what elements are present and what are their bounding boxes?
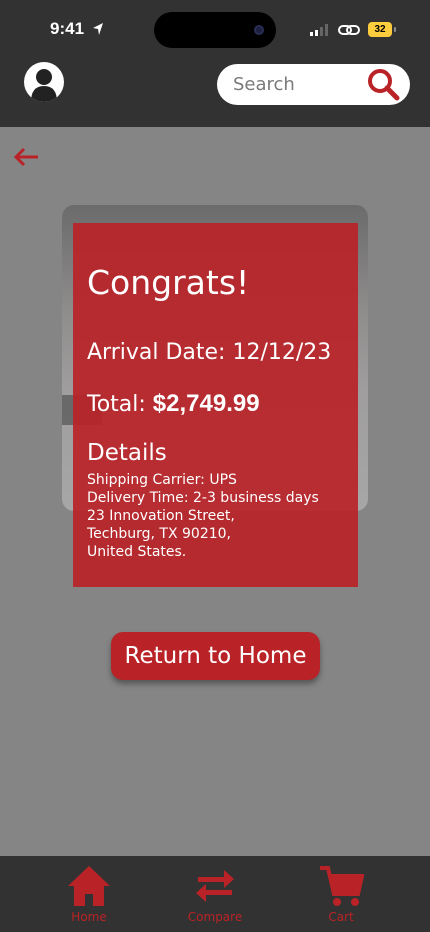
- camera-dot: [254, 25, 264, 35]
- details-heading: Details: [87, 440, 167, 466]
- shipping-carrier: Shipping Carrier: UPS: [87, 472, 237, 488]
- order-total: Total: $2,749.99: [87, 390, 260, 418]
- status-time: 9:41: [50, 19, 85, 38]
- total-label: Total:: [87, 392, 146, 417]
- tab-home[interactable]: Home: [49, 864, 129, 928]
- arrival-value: 12/12/23: [232, 340, 332, 365]
- cart-icon: [320, 866, 364, 906]
- battery-icon: 32: [368, 22, 396, 37]
- delivery-time: Delivery Time: 2-3 business days: [87, 490, 319, 506]
- tab-cart[interactable]: Cart: [301, 864, 381, 928]
- tab-home-label: Home: [71, 910, 107, 924]
- back-arrow-icon[interactable]: [12, 146, 40, 168]
- return-to-home-button[interactable]: Return to Home: [111, 632, 320, 680]
- link-icon: [338, 25, 360, 35]
- tab-compare[interactable]: Compare: [175, 864, 255, 928]
- search-bar: [217, 64, 410, 105]
- arrival-date: Arrival Date: 12/12/23: [87, 340, 331, 365]
- top-header: 9:41 32: [0, 0, 430, 127]
- address-city: Techburg, TX 90210,: [87, 526, 231, 542]
- address-country: United States.: [87, 544, 187, 560]
- congrats-title: Congrats!: [87, 263, 250, 302]
- home-icon: [68, 866, 110, 906]
- order-confirmation-card: Congrats! Arrival Date: 12/12/23 Total: …: [73, 223, 358, 587]
- compare-icon: [196, 870, 234, 902]
- address-street: 23 Innovation Street,: [87, 508, 235, 524]
- user-icon: [31, 69, 57, 102]
- location-arrow-icon: [93, 23, 103, 35]
- details-list: Shipping Carrier: UPS Delivery Time: 2-3…: [87, 471, 319, 561]
- tab-cart-label: Cart: [328, 910, 354, 924]
- tab-compare-label: Compare: [187, 910, 243, 924]
- total-value: $2,749.99: [152, 390, 260, 417]
- profile-avatar[interactable]: [24, 62, 64, 102]
- search-input[interactable]: [233, 72, 363, 97]
- arrival-label: Arrival Date:: [87, 340, 226, 365]
- search-icon[interactable]: [366, 67, 400, 101]
- bottom-tab-bar: Home Compare Cart: [0, 856, 430, 932]
- dynamic-island: [154, 12, 276, 48]
- signal-icon: [310, 24, 328, 36]
